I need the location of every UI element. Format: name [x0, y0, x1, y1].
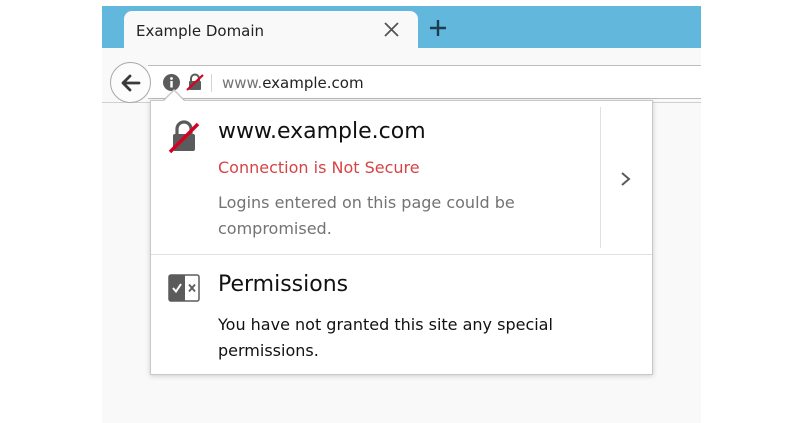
close-icon[interactable]	[383, 21, 400, 38]
insecure-lock-icon[interactable]	[186, 73, 204, 91]
url-bar[interactable]: www.example.com	[148, 65, 701, 99]
tab-strip: Example Domain	[102, 6, 701, 48]
url-text[interactable]: www.example.com	[222, 74, 364, 92]
security-expand-button[interactable]	[600, 107, 653, 248]
connection-description: Logins entered on this page could be com…	[218, 193, 515, 238]
connection-status: Connection is Not Secure	[218, 158, 420, 177]
tab-example-domain[interactable]: Example Domain	[124, 11, 418, 48]
site-host: www.example.com	[218, 119, 426, 144]
permissions-icon	[168, 274, 200, 302]
insecure-lock-icon	[168, 119, 200, 154]
permissions-description: You have not granted this site any speci…	[218, 315, 553, 360]
permissions-title: Permissions	[218, 272, 349, 297]
nav-toolbar: www.example.com	[102, 48, 701, 103]
back-arrow-icon	[121, 74, 141, 92]
url-divider	[211, 74, 212, 92]
back-button[interactable]	[110, 62, 151, 103]
plus-icon[interactable]	[428, 18, 448, 38]
tab-title: Example Domain	[136, 22, 265, 40]
section-divider	[151, 254, 652, 255]
chevron-right-icon	[621, 172, 631, 186]
site-identity-panel: www.example.com Connection is Not Secure…	[150, 100, 653, 375]
panel-arrow-fill	[164, 91, 184, 101]
security-section: www.example.com Connection is Not Secure…	[151, 101, 600, 254]
